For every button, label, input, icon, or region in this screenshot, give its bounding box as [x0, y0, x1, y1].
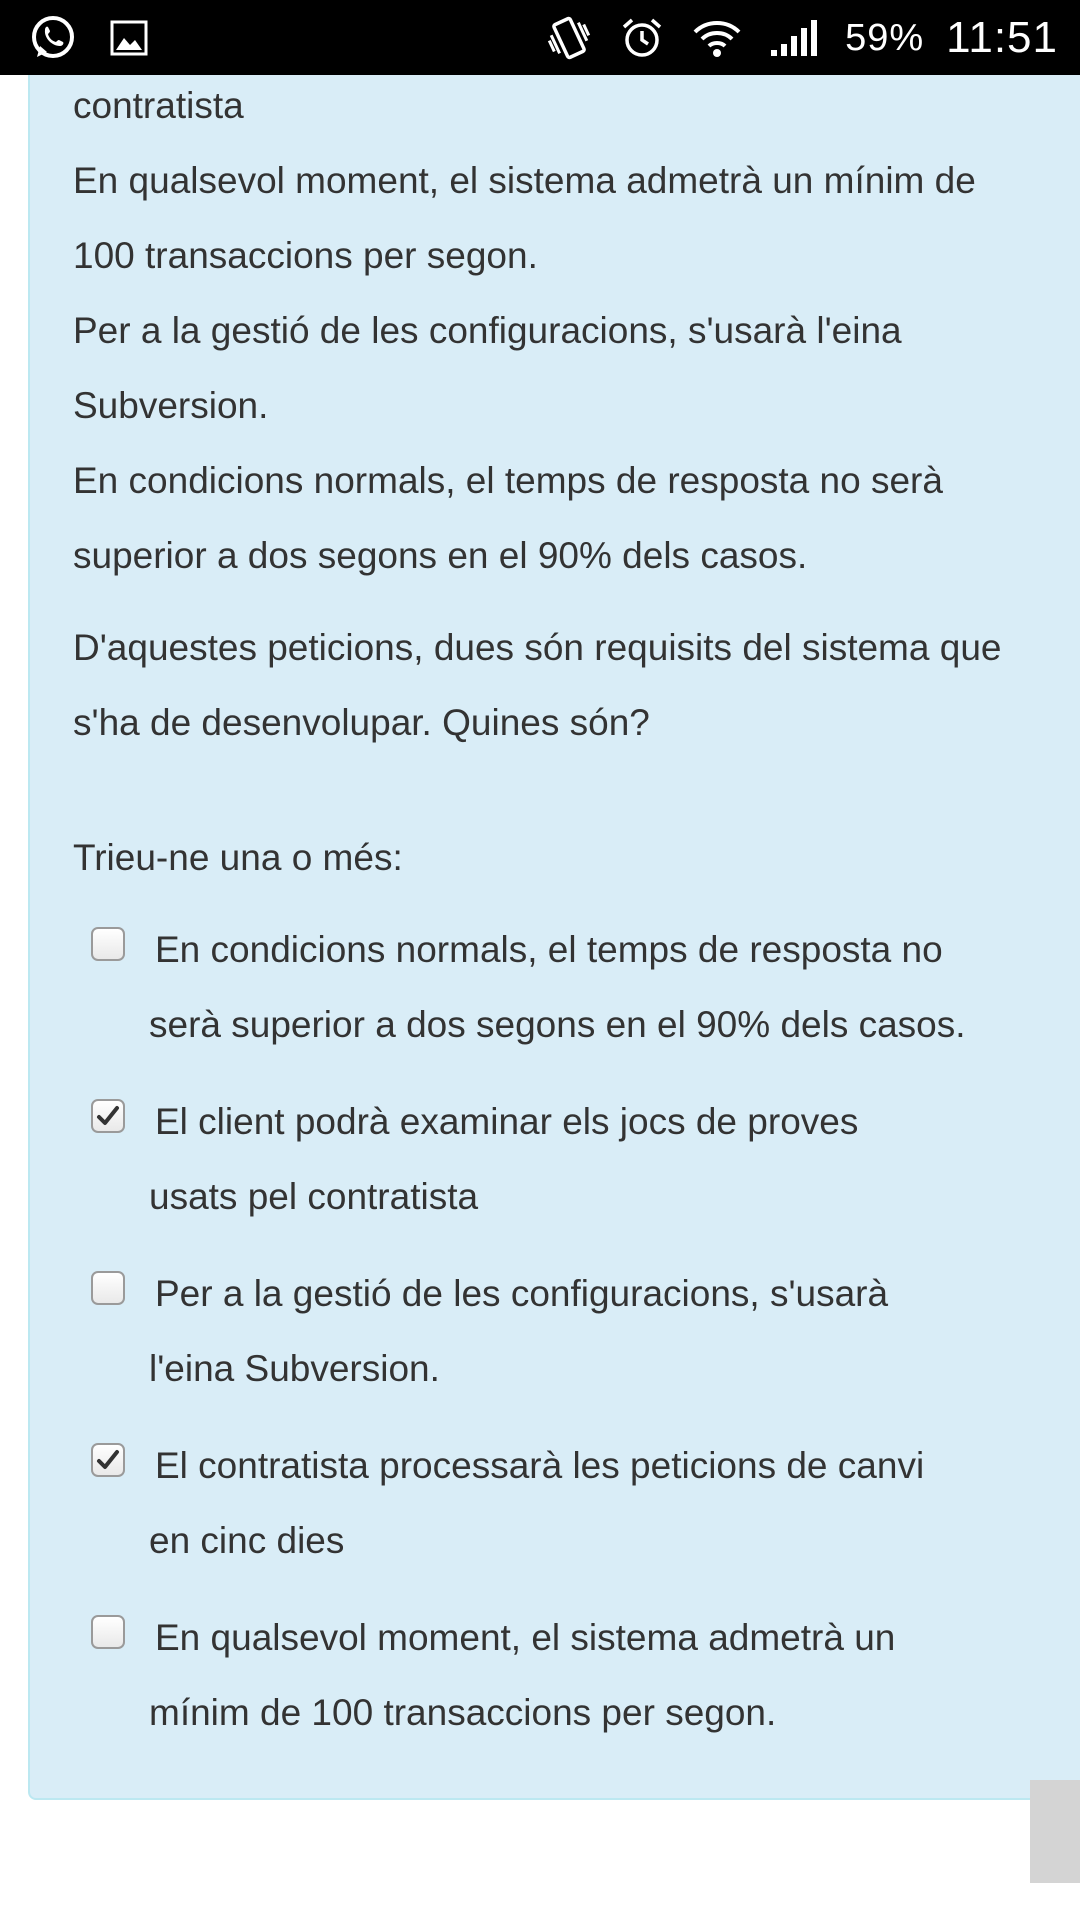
- answer-label-line: usats pel contratista: [149, 1176, 479, 1217]
- screen: contratista En qualsevol moment, el sist…: [0, 0, 1080, 1920]
- question-text: contratista En qualsevol moment, el sist…: [73, 75, 1063, 600]
- answer-label-line: en cinc dies: [149, 1520, 345, 1561]
- answer-option[interactable]: En condicions normals, el temps de respo…: [73, 912, 1063, 1084]
- question-content: contratista En qualsevol moment, el sist…: [73, 75, 1063, 1772]
- wifi-icon: [691, 16, 743, 60]
- answer-instruction: Trieu-ne una o més:: [73, 837, 403, 878]
- signal-icon: [769, 18, 819, 58]
- prompt-line: D'aquestes peticions, dues són requisits…: [73, 627, 1002, 668]
- answer-options: En condicions normals, el temps de respo…: [73, 912, 1063, 1772]
- answer-label[interactable]: En condicions normals, el temps de respo…: [149, 912, 1080, 1062]
- clock: 11:51: [946, 13, 1058, 62]
- answer-checkbox[interactable]: [91, 1615, 125, 1649]
- checkmark-icon: [97, 1106, 119, 1125]
- answer-label-line: serà superior a dos segons en el 90% del…: [149, 1004, 966, 1045]
- question-line: En condicions normals, el temps de respo…: [73, 460, 943, 501]
- answer-checkbox[interactable]: [91, 927, 125, 961]
- question-line: superior a dos segons en el 90% dels cas…: [73, 535, 808, 576]
- question-prompt: D'aquestes peticions, dues són requisits…: [73, 617, 1063, 767]
- answer-label-line: l'eina Subversion.: [149, 1348, 440, 1389]
- notification-icons: [28, 12, 148, 64]
- answer-label-line: En condicions normals, el temps de respo…: [155, 929, 943, 970]
- answer-option[interactable]: Per a la gestió de les configuracions, s…: [73, 1256, 1063, 1428]
- question-line: contratista: [73, 85, 244, 126]
- answer-label-line: En qualsevol moment, el sistema admetrà …: [155, 1617, 896, 1658]
- answer-checkbox[interactable]: [91, 1271, 125, 1305]
- answer-label-line: El client podrà examinar els jocs de pro…: [155, 1101, 859, 1142]
- answer-label[interactable]: El client podrà examinar els jocs de pro…: [149, 1084, 1080, 1234]
- system-indicators: 59% 11:51: [545, 10, 1058, 66]
- status-bar: 59% 11:51: [0, 0, 1080, 75]
- checkmark-icon: [97, 1450, 119, 1469]
- answer-option[interactable]: El contratista processarà les peticions …: [73, 1428, 1063, 1600]
- answer-label[interactable]: Per a la gestió de les configuracions, s…: [149, 1256, 1080, 1406]
- question-line: Subversion.: [73, 385, 269, 426]
- battery-percentage: 59%: [845, 16, 925, 59]
- answer-label-line: mínim de 100 transaccions per segon.: [149, 1692, 777, 1733]
- answer-option[interactable]: El client podrà examinar els jocs de pro…: [73, 1084, 1063, 1256]
- answer-label[interactable]: El contratista processarà les peticions …: [149, 1428, 1080, 1578]
- answer-label-line: El contratista processarà les peticions …: [155, 1445, 925, 1486]
- question-line: En qualsevol moment, el sistema admetrà …: [73, 160, 976, 201]
- answer-option[interactable]: En qualsevol moment, el sistema admetrà …: [73, 1600, 1063, 1772]
- whatsapp-icon: [28, 13, 78, 63]
- answer-label[interactable]: En qualsevol moment, el sistema admetrà …: [149, 1600, 1080, 1750]
- prompt-line: s'ha de desenvolupar. Quines són?: [73, 702, 650, 743]
- gallery-icon: [110, 20, 148, 56]
- question-line: 100 transaccions per segon.: [73, 235, 538, 276]
- scroll-to-top-button[interactable]: [1030, 1780, 1080, 1883]
- alarm-icon: [619, 15, 665, 61]
- vibrate-icon: [545, 14, 593, 62]
- question-line: Per a la gestió de les configuracions, s…: [73, 310, 902, 351]
- answer-checkbox[interactable]: [91, 1099, 125, 1133]
- answer-checkbox[interactable]: [91, 1443, 125, 1477]
- answer-label-line: Per a la gestió de les configuracions, s…: [155, 1273, 889, 1314]
